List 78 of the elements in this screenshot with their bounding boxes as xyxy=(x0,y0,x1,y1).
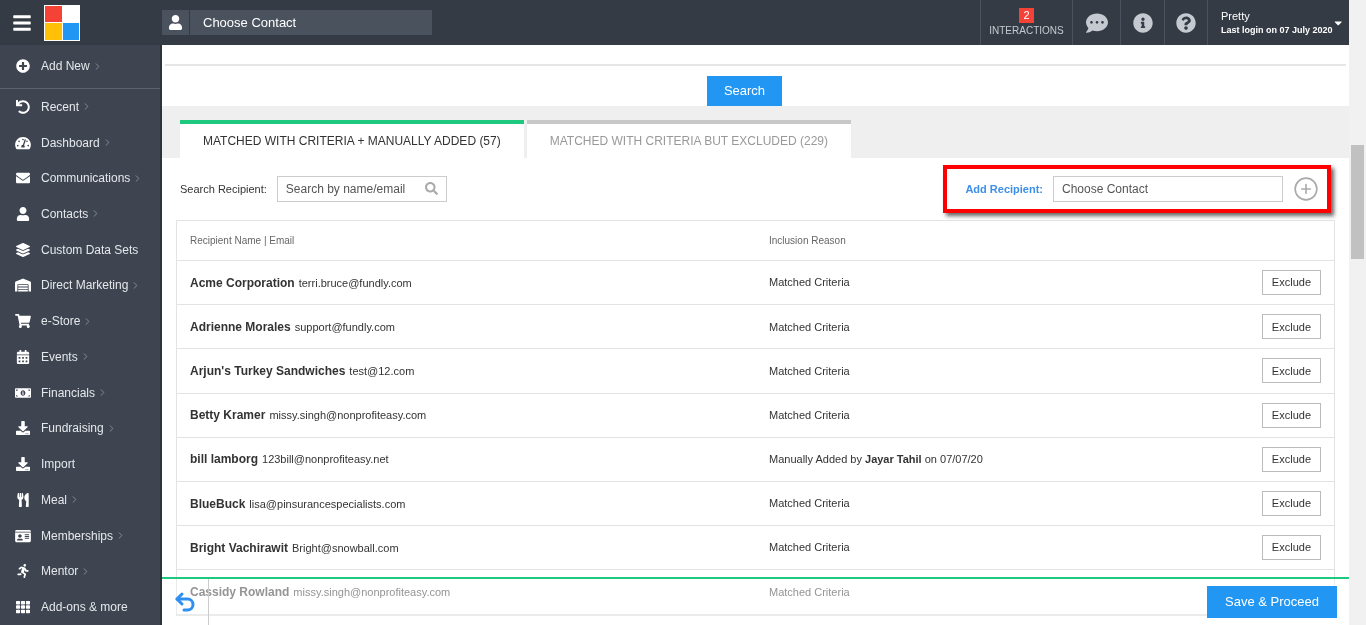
sidebar-item[interactable]: Fundraising xyxy=(0,410,160,447)
count-badge: 2 xyxy=(1019,7,1034,23)
undo-icon xyxy=(15,99,31,114)
sidebar-item[interactable]: e-Store xyxy=(0,303,160,340)
sidebar-item[interactable]: Add-ons & more xyxy=(0,589,160,625)
sidebar-item[interactable]: Communications xyxy=(0,160,160,197)
sidebar-item[interactable]: Recent xyxy=(0,88,160,125)
contact-selector[interactable]: Choose Contact xyxy=(190,10,432,35)
inclusion-reason: Matched Criteria xyxy=(769,496,850,512)
scrollbar-thumb[interactable] xyxy=(1351,145,1364,259)
person-icon xyxy=(15,207,31,221)
recipient-email: support@fundly.com xyxy=(294,319,395,335)
sidebar-item[interactable]: Meal xyxy=(0,482,160,518)
grid-icon xyxy=(15,600,31,615)
exclude-button[interactable]: Exclude xyxy=(1261,270,1321,296)
recipient-name: BlueBuck xyxy=(190,495,246,513)
sidebar-item[interactable]: Import xyxy=(0,446,160,482)
interactions-button[interactable]: 2 INTERACTIONS xyxy=(980,0,1072,45)
recipient-email: lisa@pinsurancespecialists.com xyxy=(249,496,406,512)
sidebar-item[interactable]: Direct Marketing xyxy=(0,267,160,304)
running-figure-icon xyxy=(15,564,31,579)
tab[interactable]: MATCHED WITH CRITERIA + MANUALLY ADDED (57) xyxy=(180,120,524,158)
exclude-button[interactable]: Exclude xyxy=(1261,358,1321,384)
sidebar-item[interactable]: Custom Data Sets xyxy=(0,231,160,268)
inclusion-reason: Matched Criteria xyxy=(769,540,850,556)
recipient-email: missy.singh@nonprofiteasy.com xyxy=(269,408,427,424)
recipient-email: missy.singh@nonprofiteasy.com xyxy=(293,584,451,600)
inclusion-reason: Manually Added by Jayar Tahil on 07/07/20 xyxy=(769,452,983,468)
sidebar-item[interactable]: Dashboard xyxy=(0,124,160,161)
cart-icon xyxy=(15,314,31,329)
recipient-name: Arjun's Turkey Sandwiches xyxy=(190,362,346,380)
logo-icon xyxy=(44,4,80,41)
exclude-button[interactable]: Exclude xyxy=(1261,446,1321,472)
sidebar-item[interactable]: Events xyxy=(0,339,160,375)
recipient-name: Bright Vachirawit xyxy=(190,539,289,557)
sidebar-item[interactable]: Contacts xyxy=(0,196,160,232)
exclude-button[interactable]: Exclude xyxy=(1261,402,1321,428)
gauge-icon xyxy=(15,135,31,150)
recipient-email: terri.bruce@fundly.com xyxy=(298,275,412,291)
recipient-email: Bright@snowball.com xyxy=(292,540,399,556)
column-header: Recipient Name | Email xyxy=(190,234,296,248)
recipient-name: Adrienne Morales xyxy=(190,318,291,336)
exclude-button[interactable]: Exclude xyxy=(1261,491,1321,517)
layers-icon xyxy=(15,242,31,257)
recipient-name: Cassidy Rowland xyxy=(190,583,290,601)
user-name: Pretty xyxy=(1221,8,1251,24)
recipient-name: bill lamborg xyxy=(190,451,258,469)
recipient-name: Betty Kramer xyxy=(190,407,266,425)
recipient-email: test@12.com xyxy=(349,363,415,379)
inclusion-reason: Matched Criteria xyxy=(769,319,850,335)
envelope-icon xyxy=(15,171,31,186)
sidebar-item[interactable]: Mentor xyxy=(0,553,160,590)
inclusion-reason: Matched Criteria xyxy=(769,363,850,379)
recipient-name: Acme Corporation xyxy=(190,274,295,292)
inclusion-reason: Matched Criteria xyxy=(769,407,850,423)
exclude-button[interactable]: Exclude xyxy=(1261,535,1321,561)
utensils-icon xyxy=(15,492,31,507)
column-header: Inclusion Reason xyxy=(769,234,846,248)
calendar-icon xyxy=(15,349,31,364)
last-login: Last login on 07 July 2020 xyxy=(1221,24,1333,37)
person-icon xyxy=(162,10,189,35)
search-icon xyxy=(424,182,438,195)
contact-field[interactable]: Choose Contact xyxy=(1053,176,1283,202)
house-icon xyxy=(15,278,31,293)
interactions-label: INTERACTIONS xyxy=(989,23,1064,38)
banknote-icon xyxy=(15,385,31,400)
exclude-button[interactable]: Exclude xyxy=(1261,314,1321,340)
download-icon xyxy=(15,457,31,472)
sidebar-item[interactable]: Financials xyxy=(0,374,160,411)
recipient-email: 123bill@nonprofiteasy.net xyxy=(262,452,389,468)
search-label: Search Recipient: xyxy=(180,181,267,197)
search-field[interactable]: Search by name/email xyxy=(276,176,447,202)
add-icon xyxy=(15,59,31,74)
inclusion-reason: Matched Criteria xyxy=(769,584,850,600)
inclusion-reason: Matched Criteria xyxy=(769,275,850,291)
add-recipient-label: Add Recipient: xyxy=(965,181,1043,197)
sidebar-item[interactable]: Memberships xyxy=(0,517,160,554)
id-card-icon xyxy=(15,528,31,543)
